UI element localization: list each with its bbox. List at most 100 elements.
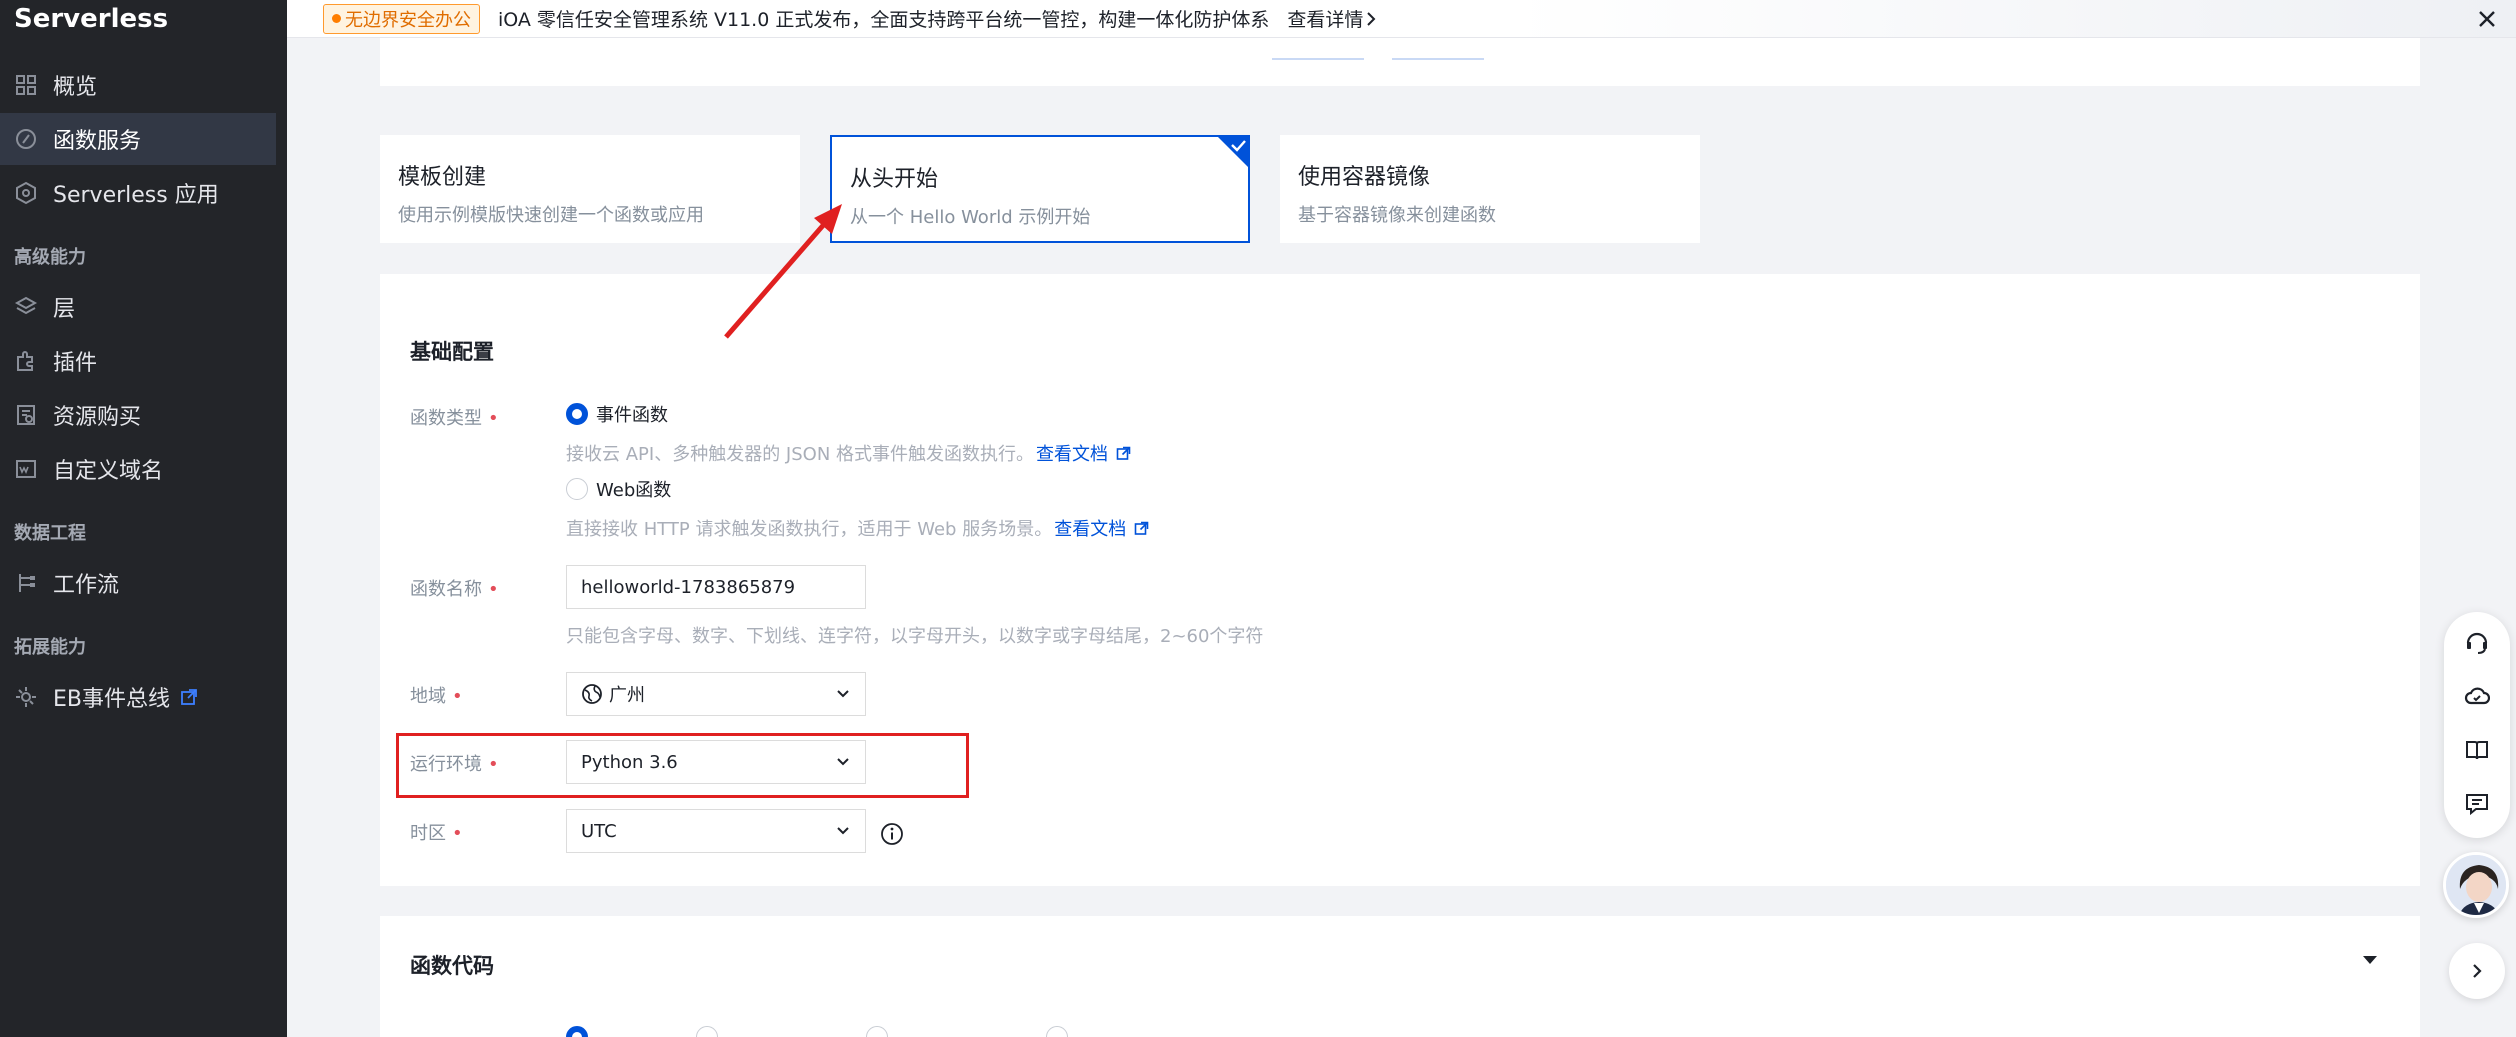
- collapse-toolbar-button[interactable]: [2449, 943, 2505, 999]
- label-text: 函数名称: [410, 579, 482, 600]
- option-title: 使用容器镜像: [1298, 165, 1431, 190]
- purchase-icon: [14, 403, 38, 427]
- remnant-button: [1392, 38, 1484, 60]
- required-mark: •: [452, 823, 463, 844]
- radio-unchecked-icon[interactable]: [1046, 1026, 1068, 1037]
- radio-unchecked-icon[interactable]: [866, 1026, 888, 1037]
- cloud-button[interactable]: [2463, 682, 2491, 710]
- banner-tag: 无边界安全办公: [323, 3, 480, 34]
- sidebar-item-function-service[interactable]: 函数服务: [0, 113, 276, 165]
- field-label-timezone: 时区 •: [410, 819, 463, 845]
- support-icon: [2466, 632, 2488, 654]
- remnant-button: [1272, 38, 1364, 60]
- support-button[interactable]: [2463, 628, 2491, 656]
- sidebar-item-label: 资源购买: [53, 405, 142, 430]
- help-web-function: 直接接收 HTTP 请求触发函数执行，适用于 Web 服务场景。 查看文档: [566, 515, 1149, 541]
- radio-checked-icon: [566, 403, 588, 425]
- required-mark: •: [452, 686, 463, 707]
- workflow-icon: [14, 571, 38, 595]
- assistant-avatar[interactable]: [2443, 852, 2509, 918]
- region-select[interactable]: 广州: [566, 672, 866, 716]
- feedback-icon: [2466, 794, 2488, 816]
- label-text: 函数类型: [410, 408, 482, 429]
- option-desc: 从一个 Hello World 示例开始: [850, 207, 1091, 228]
- help-text-content: 直接接收 HTTP 请求触发函数执行，适用于 Web 服务场景。: [566, 519, 1053, 540]
- sidebar-item-serverless-app[interactable]: Serverless 应用: [0, 167, 276, 219]
- docs-button[interactable]: [2463, 736, 2491, 764]
- sidebar-item-label: 层: [53, 297, 76, 322]
- sidebar-item-label: Serverless 应用: [53, 183, 219, 208]
- info-icon[interactable]: [880, 822, 904, 846]
- doc-link-event[interactable]: 查看文档: [1036, 440, 1131, 466]
- field-label-region: 地域 •: [410, 682, 463, 708]
- book-icon: [2466, 741, 2488, 760]
- chevron-right-icon: [1367, 11, 1376, 26]
- chevron-down-icon: [837, 690, 849, 698]
- radio-unchecked-icon[interactable]: [696, 1026, 718, 1037]
- app-icon: [14, 181, 38, 205]
- grid-icon: [14, 73, 38, 97]
- brand-title: Serverless: [14, 4, 169, 34]
- label-text: 时区: [410, 823, 446, 844]
- feedback-button[interactable]: [2463, 790, 2491, 818]
- dot-icon: [332, 14, 341, 23]
- select-value: UTC: [581, 820, 617, 842]
- sidebar-item-overview[interactable]: 概览: [0, 59, 276, 111]
- cloud-icon: [2464, 687, 2490, 705]
- radio-web-function[interactable]: Web函数: [566, 476, 671, 502]
- radio-label: 事件函数: [596, 405, 668, 426]
- banner-detail-link[interactable]: 查看详情: [1287, 5, 1379, 32]
- plugin-icon: [14, 349, 38, 373]
- banner-text: iOA 零信任安全管理系统 V11.0 正式发布，全面支持跨平台统一管控，构建一…: [498, 9, 1270, 31]
- doc-link-web[interactable]: 查看文档: [1054, 515, 1149, 541]
- option-title: 从头开始: [850, 167, 939, 192]
- option-from-scratch[interactable]: 从头开始 从一个 Hello World 示例开始: [830, 135, 1250, 243]
- option-desc: 使用示例模版快速创建一个函数或应用: [398, 205, 704, 226]
- external-link-icon: [1134, 521, 1149, 535]
- external-link-icon: [181, 689, 197, 705]
- external-link-icon: [1116, 446, 1131, 460]
- required-mark: •: [488, 579, 499, 600]
- sidebar-item-layers[interactable]: 层: [0, 281, 276, 333]
- required-mark: •: [488, 408, 499, 429]
- sidebar-item-label: 插件: [53, 351, 98, 376]
- banner-close-button[interactable]: [2474, 6, 2500, 32]
- sidebar-item-label: 函数服务: [53, 129, 142, 154]
- doc-link-label: 查看文档: [1036, 444, 1109, 465]
- eventbus-icon: [14, 685, 38, 709]
- sidebar-item-purchase[interactable]: 资源购买: [0, 389, 276, 441]
- option-title: 模板创建: [398, 165, 487, 190]
- sidebar-item-custom-domain[interactable]: 自定义域名: [0, 443, 276, 495]
- doc-link-label: 查看文档: [1054, 519, 1127, 540]
- announcement-banner: 无边界安全办公 iOA 零信任安全管理系统 V11.0 正式发布，全面支持跨平台…: [287, 0, 2516, 38]
- close-icon: [2479, 11, 2495, 27]
- sidebar-item-eventbus[interactable]: EB事件总线: [0, 671, 276, 723]
- sidebar-item-label: EB事件总线: [53, 687, 170, 712]
- option-container-image[interactable]: 使用容器镜像 基于容器镜像来创建函数: [1280, 135, 1700, 243]
- radio-checked-icon[interactable]: [566, 1026, 588, 1037]
- avatar-icon: [2446, 855, 2506, 915]
- radio-label: Web函数: [596, 480, 672, 501]
- section-title-function-code: 函数代码: [410, 954, 494, 978]
- sidebar-item-plugins[interactable]: 插件: [0, 335, 276, 387]
- function-code-panel: 函数代码: [380, 916, 2420, 1037]
- timezone-select[interactable]: UTC: [566, 809, 866, 853]
- runtime-highlight-annotation: [396, 733, 969, 798]
- chevron-down-icon: [837, 827, 849, 835]
- radio-event-function[interactable]: 事件函数: [566, 401, 668, 427]
- field-label-function-name: 函数名称 •: [410, 575, 499, 601]
- chevron-right-icon: [2473, 964, 2482, 978]
- function-icon: [14, 127, 38, 151]
- banner-link-label: 查看详情: [1287, 9, 1364, 31]
- input-value: helloworld-1783865879: [581, 576, 796, 598]
- caret-down-icon[interactable]: [2360, 950, 2380, 970]
- sidebar: Serverless 概览 函数服务 Serverless 应用 高级能力 层 …: [0, 0, 287, 1037]
- option-template-create[interactable]: 模板创建 使用示例模版快速创建一个函数或应用: [380, 135, 800, 243]
- layers-icon: [14, 295, 38, 319]
- function-name-input[interactable]: helloworld-1783865879: [566, 565, 866, 609]
- domain-icon: [14, 457, 38, 481]
- nav-group-extension: 拓展能力: [14, 637, 86, 658]
- field-label-function-type: 函数类型 •: [410, 404, 499, 430]
- sidebar-item-workflow[interactable]: 工作流: [0, 557, 276, 609]
- selected-check-icon: [1216, 135, 1250, 169]
